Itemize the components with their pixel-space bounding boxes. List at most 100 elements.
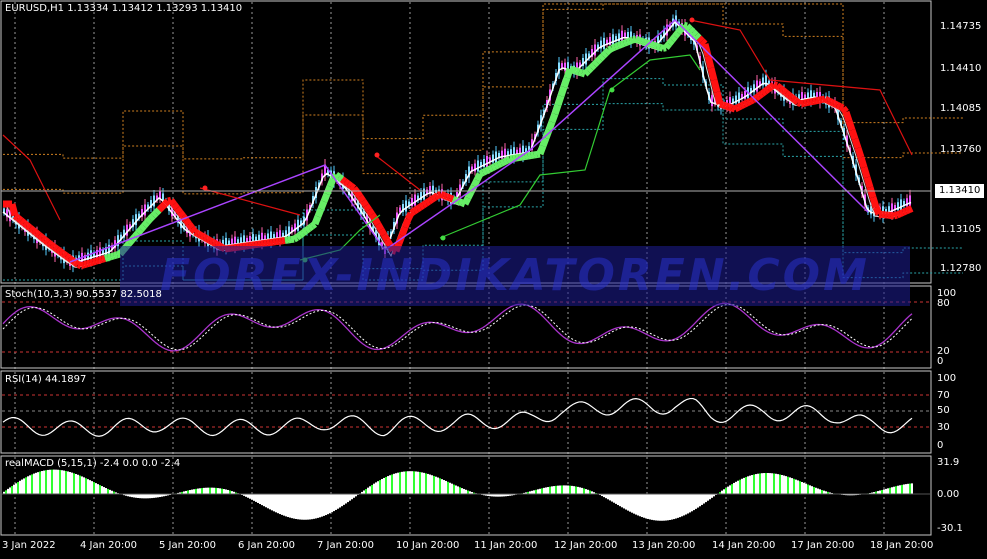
trend-ribbon-segment — [678, 29, 681, 33]
macd-bar — [671, 494, 673, 520]
trading-terminal[interactable]: FOREX-INDIKATOREN.COM EURUSD,H1 1.13334 … — [0, 0, 987, 555]
macd-bar — [249, 494, 251, 499]
trend-ribbon-segment — [720, 104, 723, 105]
trend-ribbon-segment — [105, 258, 108, 259]
trend-ribbon-segment — [75, 262, 78, 264]
stoch-level-label: 80 — [937, 298, 950, 310]
macd-bar — [327, 494, 329, 514]
macd-bar — [337, 494, 339, 509]
macd-bar — [753, 475, 755, 494]
macd-bar — [155, 494, 157, 498]
trend-ribbon-segment — [90, 262, 93, 263]
macd-bar — [675, 494, 677, 519]
time-label: 6 Jan 20:00 — [238, 540, 295, 552]
macd-bar — [821, 490, 823, 494]
macd-bar — [787, 477, 789, 494]
macd-bar — [407, 471, 409, 494]
trend-ribbon-segment — [795, 100, 798, 102]
trend-ribbon-segment — [600, 56, 603, 59]
macd-bar — [725, 488, 727, 494]
macd-bar — [343, 494, 345, 505]
trend-ribbon-segment — [327, 187, 330, 195]
trend-ribbon-segment — [750, 100, 753, 102]
macd-bar — [9, 487, 11, 494]
trend-ribbon-segment — [618, 45, 621, 46]
macd-bar — [631, 494, 633, 513]
macd-bar — [201, 488, 203, 494]
trend-ribbon-segment — [342, 179, 345, 181]
macd-level-label: -30.1 — [937, 523, 963, 535]
macd-bar — [91, 481, 93, 494]
macd-bar — [95, 483, 97, 494]
trend-ribbon-segment — [603, 53, 606, 56]
macd-bar — [71, 473, 73, 494]
macd-bar — [77, 475, 79, 494]
macd-bar — [423, 473, 425, 494]
trend-ribbon-segment — [747, 102, 750, 104]
macd-bar — [467, 491, 469, 494]
trend-ribbon-segment — [909, 208, 912, 209]
macd-bar — [633, 494, 635, 514]
macd-bar — [731, 484, 733, 494]
trend-ribbon-segment — [360, 197, 363, 202]
macd-bar — [665, 494, 667, 521]
macd-bar — [191, 490, 193, 494]
macd-bar — [281, 494, 283, 515]
trend-ribbon-segment — [624, 42, 627, 43]
macd-bar — [345, 494, 347, 503]
trend-ribbon-segment — [432, 197, 435, 199]
macd-bar — [393, 474, 395, 494]
macd-bar — [809, 485, 811, 494]
trend-ribbon-segment — [429, 199, 432, 201]
macd-bar — [217, 488, 219, 494]
trend-ribbon-segment — [426, 201, 429, 203]
stoch-main-line — [3, 303, 912, 351]
macd-bar — [777, 474, 779, 494]
macd-bar — [225, 489, 227, 494]
trend-ribbon-segment — [408, 213, 411, 219]
candle-body — [909, 195, 911, 206]
candle-body — [900, 199, 902, 210]
watermark-text: FOREX-INDIKATOREN.COM — [120, 246, 910, 306]
macd-bar — [785, 476, 787, 494]
macd-bar — [663, 494, 665, 521]
trend-ribbon-segment — [549, 122, 552, 130]
indicator-lines — [2, 303, 930, 520]
trend-ribbon-segment — [513, 158, 516, 159]
macd-bar — [461, 488, 463, 494]
macd-bar — [199, 488, 201, 494]
trend-ribbon-segment — [777, 86, 780, 88]
macd-bar — [339, 494, 341, 507]
macd-bar — [679, 494, 681, 517]
price-level-label: 1.12780 — [940, 263, 981, 275]
trend-ribbon-segment — [897, 214, 900, 215]
trend-ribbon-segment — [594, 62, 597, 65]
macd-bar — [391, 474, 393, 494]
macd-bar — [395, 473, 397, 494]
trend-ribbon-segment — [837, 105, 840, 107]
trend-ribbon-segment — [798, 102, 801, 103]
trend-ribbon-segment — [576, 71, 579, 72]
macd-bar — [51, 470, 53, 494]
macd-bar — [757, 474, 759, 494]
macd-bar — [535, 490, 537, 494]
macd-bar — [15, 483, 17, 494]
macd-bar — [79, 476, 81, 494]
macd-bar — [761, 473, 763, 494]
macd-bar — [707, 494, 709, 501]
trend-ribbon-segment — [630, 40, 633, 41]
trend-ribbon-segment — [636, 39, 639, 40]
macd-bar — [67, 471, 69, 494]
trend-ribbon-segment — [507, 159, 510, 161]
macd-bar — [59, 470, 61, 494]
trend-ribbon-segment — [450, 198, 453, 199]
macd-bar — [283, 494, 285, 516]
macd-bar — [703, 494, 705, 504]
trend-ribbon-segment — [639, 40, 642, 41]
macd-bar — [363, 490, 365, 494]
trend-ribbon-segment — [780, 88, 783, 90]
trend-ribbon-segment — [864, 167, 867, 177]
macd-bar — [807, 485, 809, 494]
macd-bar — [319, 494, 321, 517]
trend-ribbon-segment — [804, 103, 807, 104]
